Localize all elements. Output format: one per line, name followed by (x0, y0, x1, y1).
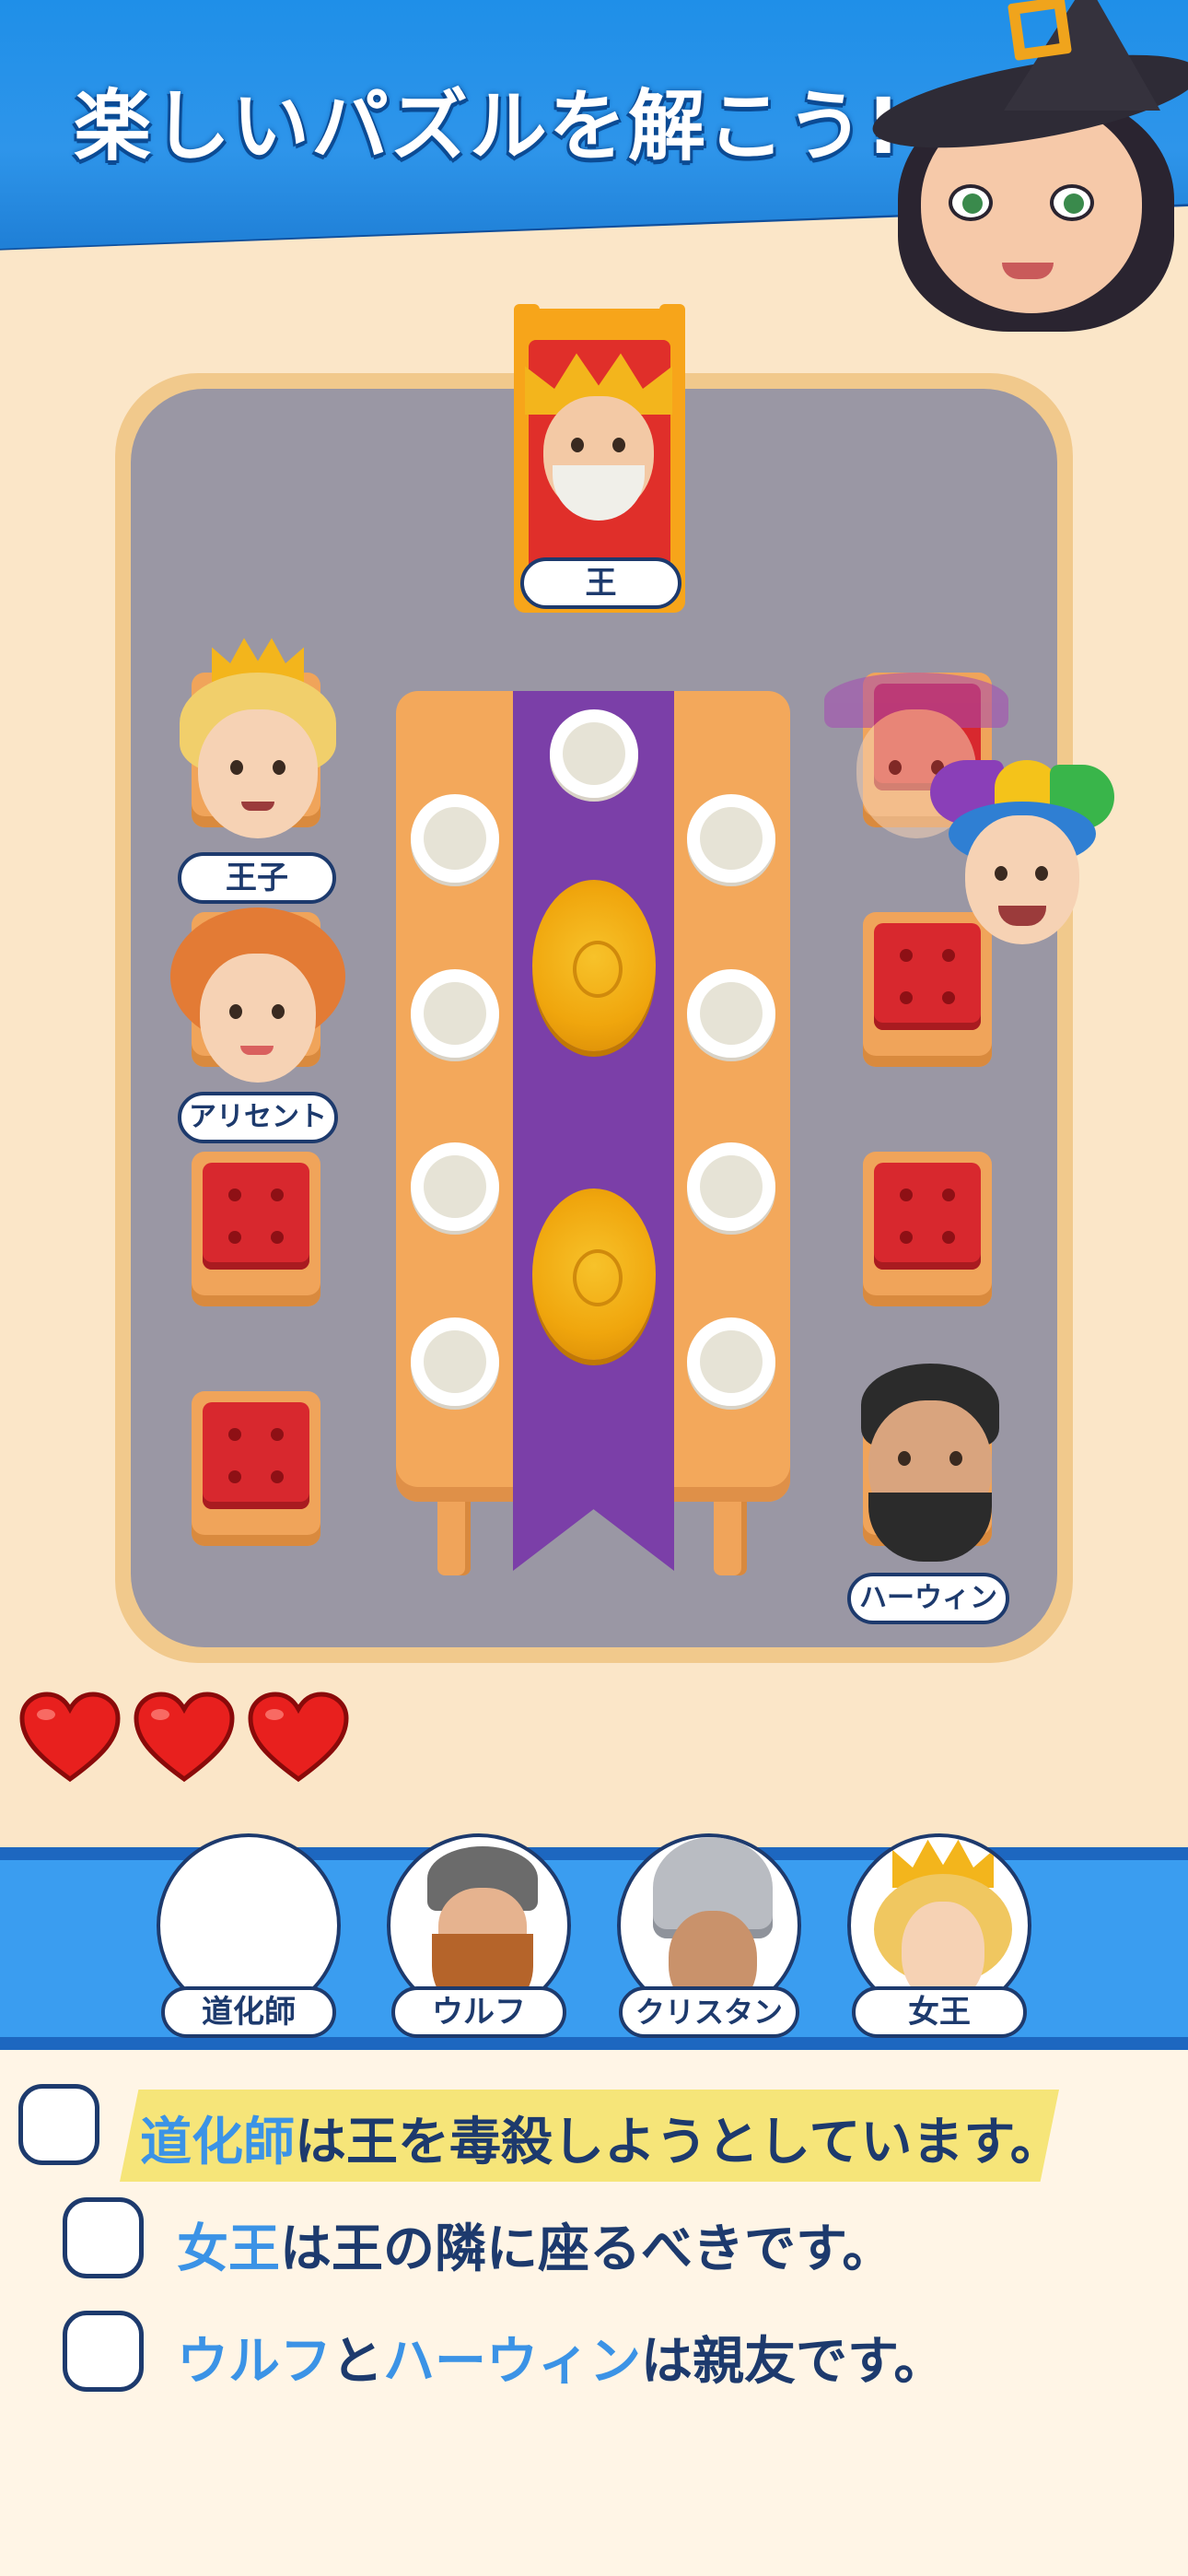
lives-hearts (18, 1691, 368, 1792)
clue-2-keyword: 女王 (177, 2219, 280, 2279)
plate (411, 794, 499, 883)
clue-3-checkbox[interactable] (63, 2311, 144, 2392)
roster-label-wolf: ウルフ (391, 1986, 566, 2038)
plate (687, 794, 775, 883)
witch-left-eye (949, 184, 993, 221)
clue-2-checkbox[interactable] (63, 2197, 144, 2278)
nameplate-king: 王 (520, 557, 681, 609)
arissent-character[interactable] (170, 907, 345, 1092)
witch-mascot (0, 0, 1188, 350)
clue-1-checkbox[interactable] (18, 2084, 99, 2165)
plate (687, 1142, 775, 1231)
plate (687, 969, 775, 1058)
prince-character[interactable] (175, 636, 341, 848)
nameplate-prince: 王子 (178, 852, 336, 904)
gold-platter (532, 1188, 656, 1360)
clue-3-text: ウルフとハーウィンは親友です。 (177, 2332, 946, 2392)
plate (411, 1142, 499, 1231)
king-character[interactable] (520, 350, 677, 534)
nameplate-arissent: アリセント (178, 1092, 338, 1143)
clue-3-keyword-2: ハーウィン (383, 2332, 641, 2392)
clue-1-text: 道化師は王を毒殺しようとしています。 (140, 2113, 1062, 2172)
harwin-character[interactable] (852, 1364, 1008, 1575)
chair-left-3[interactable] (192, 1152, 320, 1306)
clue-1-keyword: 道化師 (140, 2113, 295, 2172)
roster-label-queen: 女王 (852, 1986, 1027, 2038)
plate (550, 709, 638, 798)
jester-character[interactable] (930, 760, 1114, 954)
clue-3-keyword-1: ウルフ (177, 2332, 332, 2392)
hat-buckle-icon (1007, 0, 1073, 62)
plate (411, 969, 499, 1058)
heart-icon (19, 1692, 121, 1783)
harwin-beard (868, 1493, 992, 1562)
heart-icon (248, 1692, 349, 1783)
clue-2-text: 女王は王の隣に座るべきです。 (177, 2219, 894, 2279)
chair-right-3[interactable] (863, 1152, 992, 1306)
chair-left-4[interactable] (192, 1391, 320, 1546)
nameplate-harwin: ハーウィン (847, 1573, 1009, 1624)
table-runner (513, 691, 674, 1571)
table-leg (714, 1502, 747, 1575)
king-beard (553, 465, 645, 521)
plate (687, 1317, 775, 1406)
plate (411, 1317, 499, 1406)
table-leg (437, 1502, 471, 1575)
heart-icon (134, 1692, 235, 1783)
roster-label-jester: 道化師 (161, 1986, 336, 2038)
gold-platter (532, 880, 656, 1051)
witch-right-eye (1050, 184, 1094, 221)
roster-label-kristan: クリスタン (619, 1986, 799, 2038)
